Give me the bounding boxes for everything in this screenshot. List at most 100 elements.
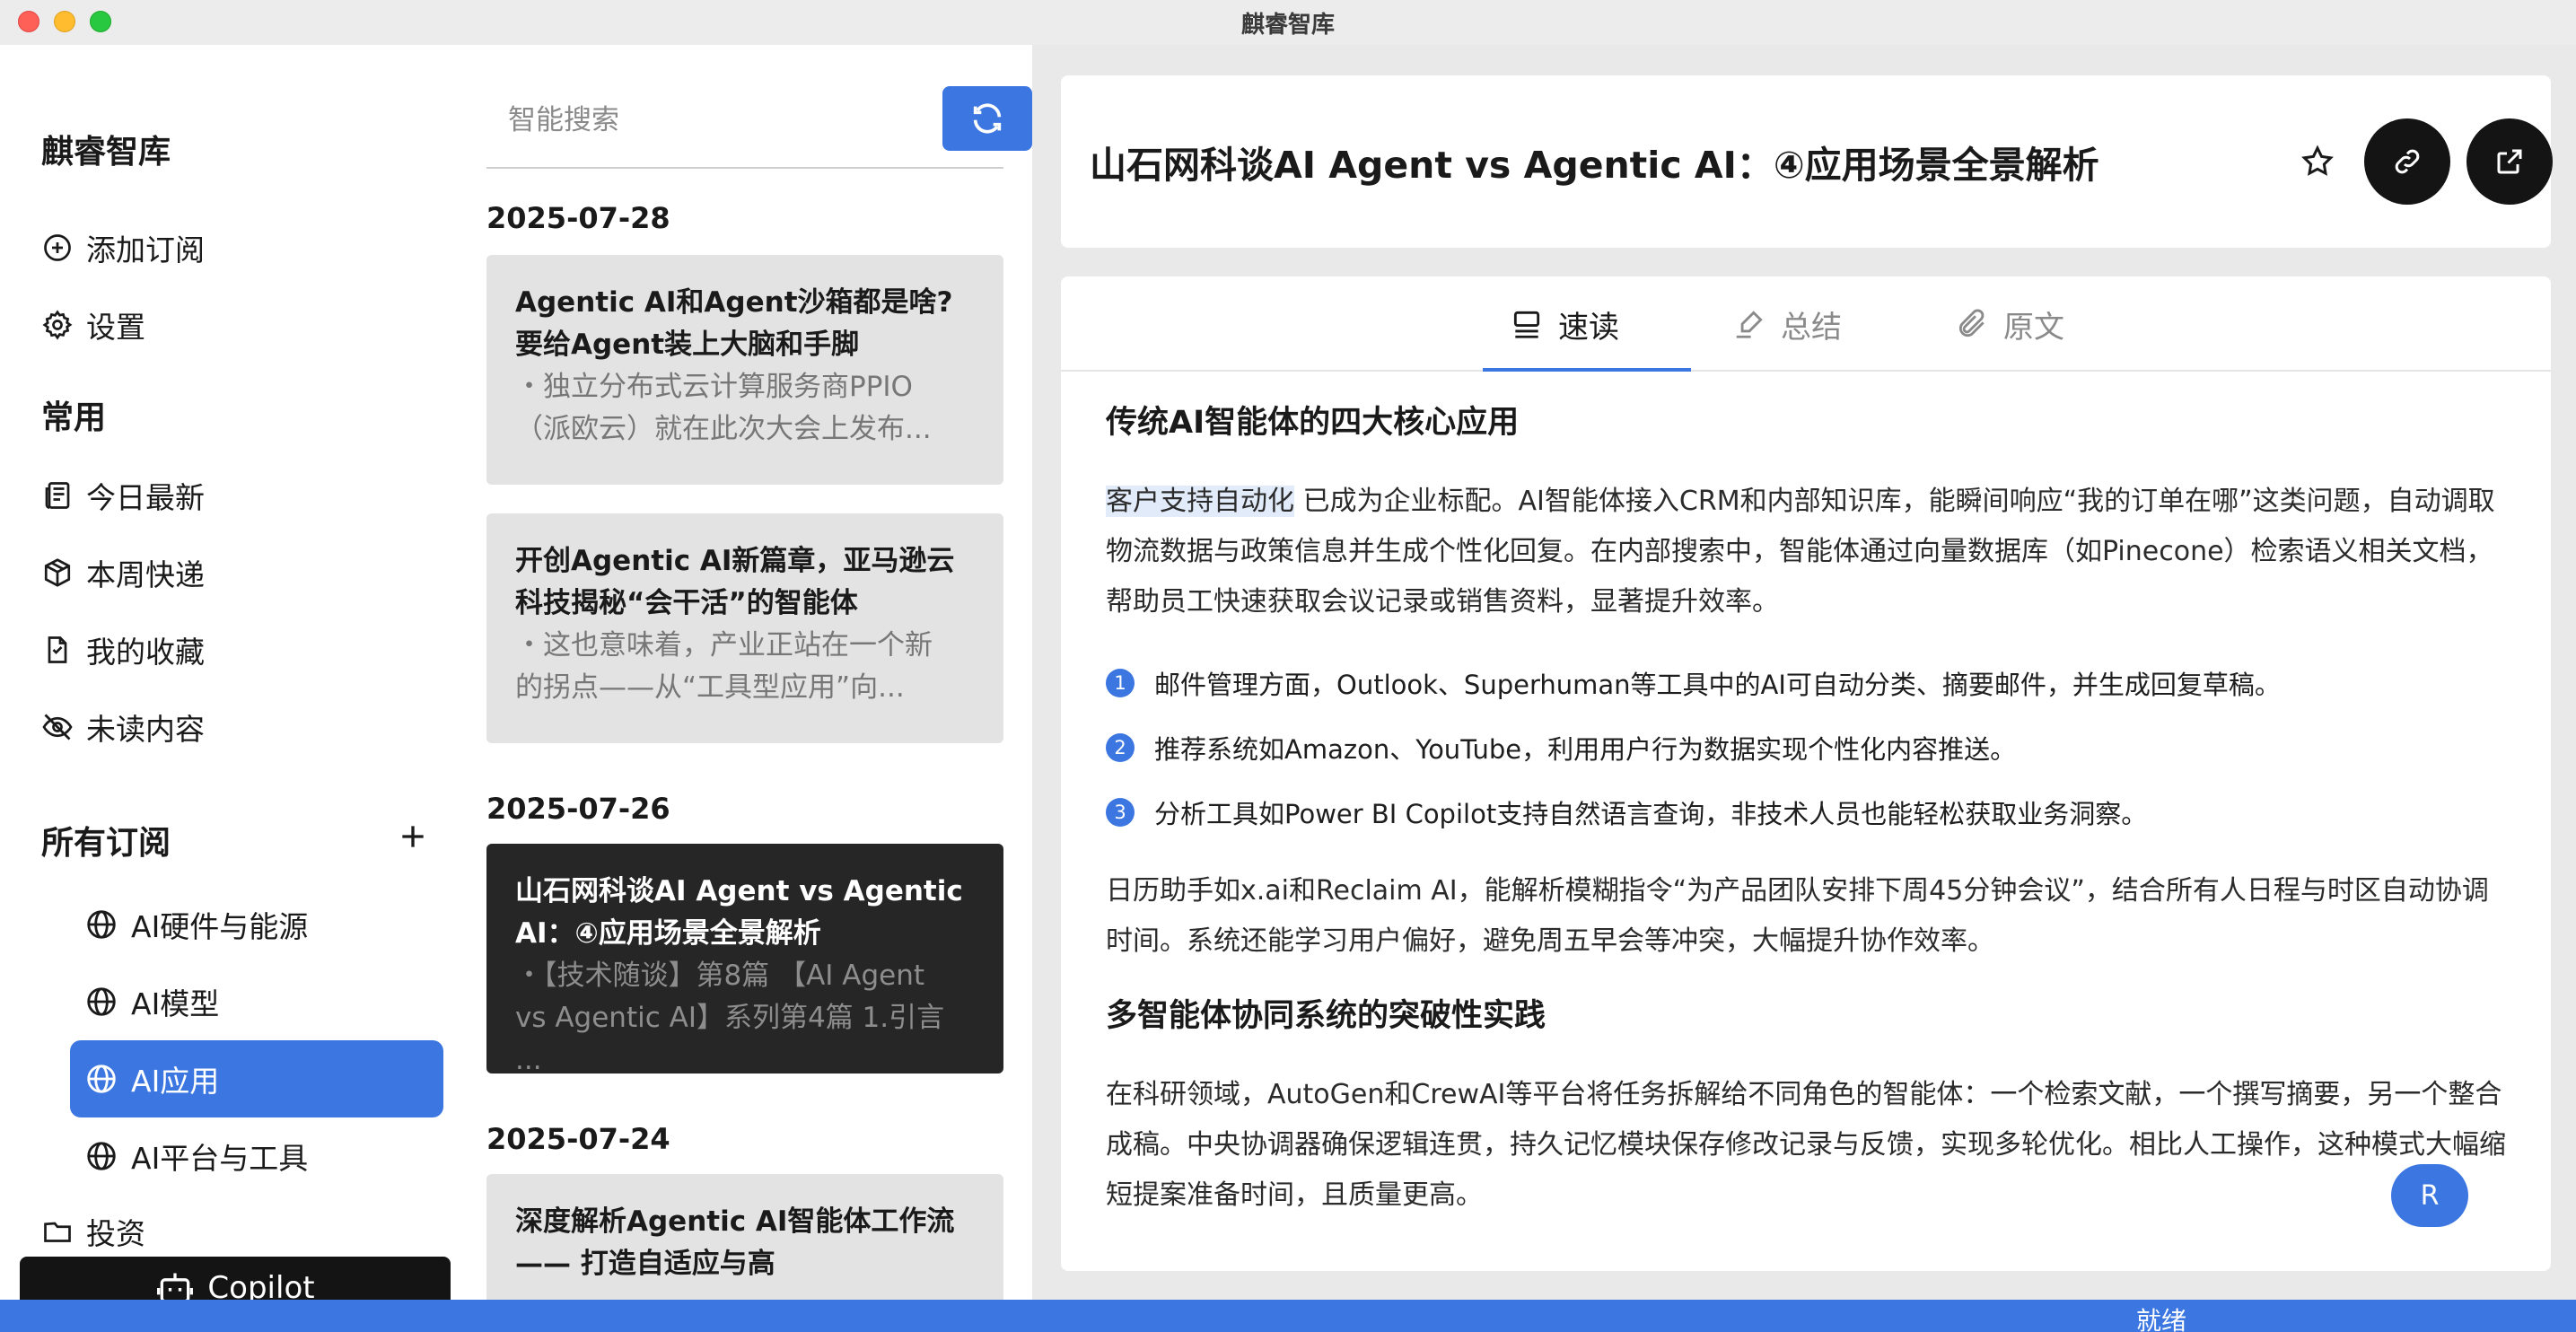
article-title: 山石网科谈AI Agent vs Agentic AI：④应用场景全景解析 <box>1090 144 2099 187</box>
close-window-button[interactable] <box>18 11 39 32</box>
search-input[interactable] <box>486 86 908 154</box>
sidebar-item-label: 我的收藏 <box>86 635 205 670</box>
add-subscription-plus-icon[interactable] <box>395 819 431 854</box>
sidebar-sub-label: AI硬件与能源 <box>131 909 309 944</box>
list-item: 3 分析工具如Power BI Copilot支持自然语言查询，非技术人员也能轻… <box>1106 780 2506 845</box>
paragraph: 在科研领域，AutoGen和CrewAI等平台将任务拆解给不同角色的智能体：一个… <box>1106 1079 2506 1211</box>
sidebar-sub-label: AI模型 <box>131 986 220 1021</box>
section-heading: 多智能体协同系统的突破性实践 <box>1106 998 1546 1034</box>
sidebar-item-label: 设置 <box>86 310 145 345</box>
globe-icon <box>87 910 116 939</box>
card-title-line: 科技揭秘“会干活”的智能体 <box>515 587 858 619</box>
sidebar-item-today[interactable]: 今日最新 <box>41 469 436 522</box>
date-group-header: 2025-07-24 <box>486 1122 670 1156</box>
numbered-list: 1 邮件管理方面，Outlook、Superhuman等工具中的AI可自动分类、… <box>1106 651 2506 845</box>
status-text: 就绪 <box>2136 1306 2187 1332</box>
sidebar-item-settings[interactable]: 设置 <box>41 298 436 352</box>
card-title-line: Agentic AI和Agent沙箱都是啥? <box>515 286 953 319</box>
copy-link-button[interactable] <box>2364 118 2450 205</box>
list-number-badge: 3 <box>1106 798 1135 827</box>
article-card[interactable]: 深度解析Agentic AI智能体工作流 —— 打造自适应与高 <box>486 1174 1003 1300</box>
article-card[interactable]: Agentic AI和Agent沙箱都是啥? 要给Agent装上大脑和手脚 ・独… <box>486 255 1003 485</box>
paragraph: 客户支持自动化 已成为企业标配。AI智能体接入CRM和内部知识库，能瞬间响应“我… <box>1106 477 2506 627</box>
app-brand: 麒睿智库 <box>41 134 171 171</box>
sidebar-item-add-subscription[interactable]: 添加订阅 <box>41 221 436 275</box>
date-group-header: 2025-07-28 <box>486 201 670 235</box>
refresh-icon <box>973 103 1002 134</box>
card-snippet-line: vs Agentic AI】系列第4篇 1.引言 ... <box>515 1002 945 1073</box>
sidebar-item-unread[interactable]: 未读内容 <box>41 700 436 754</box>
sidebar-item-label: 本周快递 <box>86 557 205 592</box>
tab-original[interactable]: 原文 <box>1955 276 2064 372</box>
globe-icon <box>87 987 116 1016</box>
card-title-line: 深度解析Agentic AI智能体工作流 <box>515 1205 955 1238</box>
package-icon <box>44 558 71 587</box>
sidebar-sub-label: AI应用 <box>131 1064 220 1099</box>
sidebar-item-weekly[interactable]: 本周快递 <box>41 546 436 600</box>
sidebar-sub-ai-model[interactable]: AI模型 <box>70 963 443 1040</box>
active-tab-indicator <box>1483 368 1691 372</box>
link-icon <box>2395 149 2420 174</box>
card-title: Agentic AI和Agent沙箱都是啥? 要给Agent装上大脑和手脚 <box>515 282 975 366</box>
sidebar-item-favorites[interactable]: 我的收藏 <box>41 623 436 677</box>
minimize-window-button[interactable] <box>54 11 75 32</box>
sidebar-sub-ai-application[interactable]: AI应用 <box>70 1040 443 1117</box>
card-snippet-line: ・独立分布式云计算服务商PPIO <box>515 371 913 403</box>
section-title-subscriptions: 所有订阅 <box>41 825 171 862</box>
card-snippet-line: 的拐点——从“工具型应用”向... <box>515 671 905 704</box>
eye-off-icon <box>42 714 73 740</box>
view-tabs: 速读 总结 原文 <box>1061 276 2551 372</box>
globe-icon <box>87 1142 116 1170</box>
zoom-window-button[interactable] <box>90 11 111 32</box>
reader-icon <box>1513 311 1540 338</box>
gear-icon <box>42 310 73 340</box>
tab-label: 速读 <box>1558 309 1619 346</box>
list-number-badge: 2 <box>1106 733 1135 762</box>
search-bar <box>486 86 1032 169</box>
card-title-line: AI：④应用场景全景解析 <box>515 917 821 950</box>
article-content-pane: 山石网科谈AI Agent vs Agentic AI：④应用场景全景解析 速读… <box>1032 45 2576 1300</box>
sidebar: 麒睿智库 添加订阅 设置 常用 今日最新 本周快递 我的收藏 未读内容 所有订阅… <box>0 45 458 1319</box>
globe-icon <box>87 1065 116 1093</box>
card-title-line: 要给Agent装上大脑和手脚 <box>515 329 860 361</box>
card-title-line: 开创Agentic AI新篇章，亚马逊云 <box>515 545 955 577</box>
list-number-badge: 1 <box>1106 669 1135 697</box>
list-item-text: 推荐系统如Amazon、YouTube，利用用户行为数据实现个性化内容推送。 <box>1154 734 2017 765</box>
refresh-button[interactable] <box>942 86 1032 151</box>
date-group-header: 2025-07-26 <box>486 792 670 826</box>
news-icon <box>45 482 70 509</box>
sidebar-folder-invest[interactable]: 投资 <box>41 1205 436 1258</box>
sidebar-item-label: 添加订阅 <box>86 232 205 267</box>
window-titlebar: 麒睿智库 <box>0 0 2576 45</box>
sidebar-folder-label: 投资 <box>86 1216 145 1251</box>
article-card[interactable]: 开创Agentic AI新篇章，亚马逊云 科技揭秘“会干活”的智能体 ・这也意味… <box>486 513 1003 743</box>
tab-summary[interactable]: 总结 <box>1732 276 1842 372</box>
article-card-selected[interactable]: 山石网科谈AI Agent vs Agentic AI：④应用场景全景解析 ・【… <box>486 844 1003 1073</box>
tab-quick-read[interactable]: 速读 <box>1510 276 1619 372</box>
star-icon[interactable] <box>2300 144 2335 180</box>
folder-icon <box>44 1222 71 1242</box>
tab-label: 原文 <box>2003 309 2064 346</box>
sidebar-sub-ai-hardware[interactable]: AI硬件与能源 <box>70 886 443 963</box>
card-snippet-line: ・【技术随谈】第8篇 【AI Agent <box>515 960 925 992</box>
card-snippet: ・【技术随谈】第8篇 【AI Agent vs Agentic AI】系列第4篇… <box>515 955 975 1073</box>
article-list-pane: 2025-07-28 Agentic AI和Agent沙箱都是啥? 要给Agen… <box>458 45 1032 1300</box>
highlighted-term[interactable]: 客户支持自动化 <box>1106 486 1294 517</box>
card-snippet: ・这也意味着，产业正站在一个新 的拐点——从“工具型应用”向... <box>515 625 975 709</box>
paragraph: 日历助手如x.ai和Reclaim AI，能解析模糊指令“为产品团队安排下周45… <box>1106 875 2489 957</box>
card-title: 深度解析Agentic AI智能体工作流 —— 打造自适应与高 <box>515 1201 975 1285</box>
card-title: 山石网科谈AI Agent vs Agentic AI：④应用场景全景解析 <box>515 871 975 955</box>
external-link-icon <box>2497 149 2522 174</box>
open-external-button[interactable] <box>2466 118 2553 205</box>
list-item: 1 邮件管理方面，Outlook、Superhuman等工具中的AI可自动分类、… <box>1106 651 2506 715</box>
card-snippet-line: （派欧云）就在此次大会上发布... <box>515 413 932 445</box>
list-item-text: 邮件管理方面，Outlook、Superhuman等工具中的AI可自动分类、摘要… <box>1154 670 2281 700</box>
sidebar-sub-ai-platform[interactable]: AI平台与工具 <box>70 1117 443 1195</box>
card-title-line: —— 打造自适应与高 <box>515 1248 775 1280</box>
floating-user-avatar-button[interactable]: R <box>2391 1164 2468 1227</box>
plus-circle-icon <box>44 234 71 261</box>
traffic-lights <box>18 11 111 32</box>
section-heading: 传统AI智能体的四大核心应用 <box>1106 405 1520 441</box>
article-body-card: 速读 总结 原文 传统AI智能体的四大核心应用 客户支持自动化 已成为企业标配。… <box>1061 276 2551 1271</box>
bookmark-file-icon <box>48 636 67 663</box>
